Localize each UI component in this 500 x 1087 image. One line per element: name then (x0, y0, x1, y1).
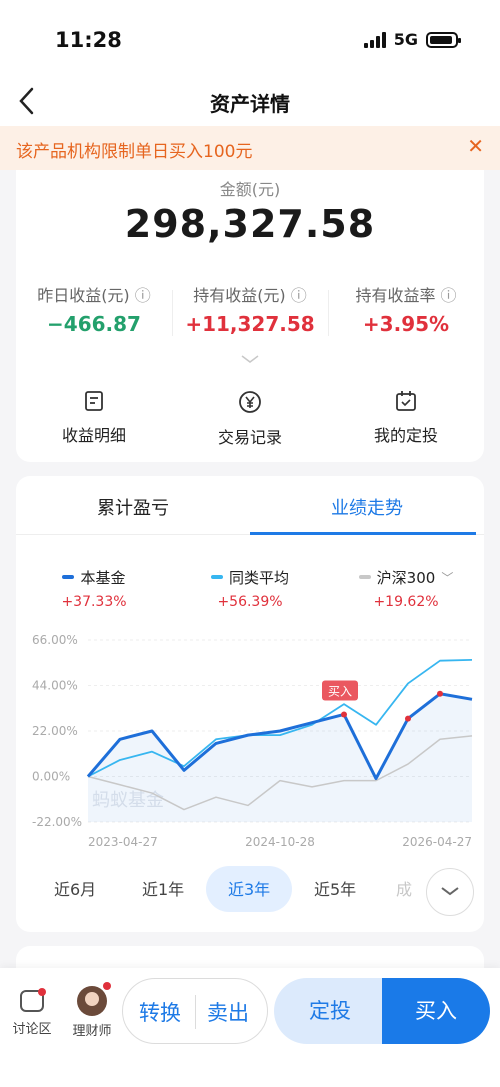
x-tick-label: 2026-04-27 (402, 835, 472, 849)
network-type: 5G (393, 30, 418, 49)
divider (195, 995, 196, 1029)
advisor-label: 理财师 (72, 1024, 112, 1039)
legend-swatch (210, 575, 223, 579)
period-5y[interactable]: 近5年 (314, 876, 356, 900)
tab-cumulative-pnl[interactable]: 累计盈亏 (16, 494, 250, 520)
signal-icon (363, 31, 386, 48)
y-tick-label: 66.00% (32, 633, 78, 647)
legend-peer-average: 同类平均 +56.39% (172, 564, 328, 610)
stat-value: +11,327.58 (185, 312, 315, 336)
buy-marker-label: 买入 (328, 684, 352, 698)
info-icon[interactable]: ⓘ (135, 286, 151, 305)
notification-dot (38, 988, 46, 996)
stat-value: +3.95% (362, 312, 450, 336)
x-tick-label: 2023-04-27 (88, 835, 158, 849)
advisor-avatar (77, 982, 111, 1016)
period-6m[interactable]: 近6月 (54, 876, 96, 900)
period-1y[interactable]: 近1年 (142, 876, 184, 900)
action-label: 收益明细 (61, 426, 126, 445)
stat-label: 持有收益率 (355, 286, 436, 305)
notification-dot (103, 982, 111, 990)
period-3y[interactable]: 近3年 (228, 876, 270, 900)
legend-value: +37.33% (61, 593, 127, 610)
advisor-button[interactable]: 理财师 (64, 982, 120, 1039)
income-detail-button[interactable]: 收益明细 (16, 390, 172, 446)
action-label: 交易记录 (217, 428, 282, 447)
chat-icon (20, 988, 46, 1012)
info-icon[interactable]: ⓘ (441, 286, 457, 305)
legend-label: 沪深300 (376, 568, 436, 587)
stat-label: 昨日收益(元) (37, 286, 130, 305)
legend-swatch (62, 575, 75, 579)
buy-point (405, 715, 411, 722)
bottom-action-bar: 讨论区 理财师 转换 卖出 定投 买入 (0, 968, 500, 1087)
trade-record-button[interactable]: 交易记录 (172, 390, 328, 448)
stat-value: −466.87 (47, 312, 141, 336)
convert-button[interactable]: 转换 (139, 997, 181, 1027)
battery-icon (426, 31, 461, 48)
buy-point (341, 711, 347, 718)
y-tick-label: 44.00% (32, 679, 78, 693)
legend-value: +56.39% (217, 593, 283, 610)
performance-card: 累计盈亏 业绩走势 本基金 +37.33% 同类平均 +56.39% 沪深300… (16, 476, 484, 932)
stat-label: 持有收益(元) (193, 286, 286, 305)
legend-value: +19.62% (373, 593, 439, 610)
status-time: 11:28 (55, 28, 122, 52)
fixed-invest-button[interactable]: 定投 (274, 978, 386, 1044)
period-expand-button[interactable] (426, 868, 474, 916)
chevron-down-icon: ﹀ (441, 570, 454, 585)
status-indicators: 5G (363, 30, 461, 49)
expand-chevron-icon[interactable] (240, 352, 260, 368)
chevron-down-icon (441, 887, 459, 896)
legend-benchmark[interactable]: 沪深300 ﹀ +19.62% (328, 564, 484, 610)
legend-label: 同类平均 (228, 568, 289, 587)
buy-point (437, 690, 443, 697)
buy-button[interactable]: 买入 (382, 978, 490, 1044)
stat-holding-rate[interactable]: 持有收益率 ⓘ +3.95% (328, 282, 484, 336)
my-fixed-invest-button[interactable]: 我的定投 (328, 390, 484, 446)
stat-yesterday[interactable]: 昨日收益(元) ⓘ −466.87 (16, 282, 172, 336)
asset-summary-card: 金额(元) 298,327.58 昨日收益(元) ⓘ −466.87 持有收益(… (16, 170, 484, 462)
legend-label: 本基金 (80, 568, 126, 587)
legend-swatch (358, 575, 371, 579)
performance-chart[interactable]: 66.00% 44.00% 22.00% 0.00% -22.00% 2023-04-27… (16, 624, 484, 854)
sell-button[interactable]: 卖出 (207, 997, 249, 1027)
nav-bar: 资产详情 (0, 80, 500, 126)
y-tick-label: 0.00% (32, 770, 70, 784)
close-icon[interactable]: ✕ (467, 134, 484, 158)
x-tick-label: 2024-10-28 (245, 835, 315, 849)
y-tick-label: -22.00% (32, 815, 82, 829)
limit-banner: 该产品机构限制单日买入100元 ✕ (0, 126, 500, 170)
period-since-inception[interactable]: 成 (396, 876, 412, 900)
tab-performance-trend[interactable]: 业绩走势 (250, 494, 484, 520)
status-bar: 11:28 5G (0, 0, 500, 80)
calendar-icon (394, 390, 418, 418)
banner-text: 该产品机构限制单日买入100元 (16, 142, 253, 162)
discuss-label: 讨论区 (12, 1022, 52, 1037)
discuss-button[interactable]: 讨论区 (4, 986, 60, 1037)
page-title: 资产详情 (210, 92, 290, 116)
amount-value: 298,327.58 (124, 202, 376, 246)
y-tick-label: 22.00% (32, 724, 78, 738)
action-label: 我的定投 (373, 426, 438, 445)
legend-fund: 本基金 +37.33% (16, 564, 172, 610)
document-icon (83, 390, 105, 418)
convert-sell-group: 转换 卖出 (122, 978, 268, 1044)
amount-label: 金额(元) (219, 180, 281, 199)
yen-icon (238, 390, 262, 420)
active-tab-indicator (250, 532, 476, 535)
stat-holding-profit[interactable]: 持有收益(元) ⓘ +11,327.58 (172, 282, 328, 336)
info-icon[interactable]: ⓘ (291, 286, 307, 305)
